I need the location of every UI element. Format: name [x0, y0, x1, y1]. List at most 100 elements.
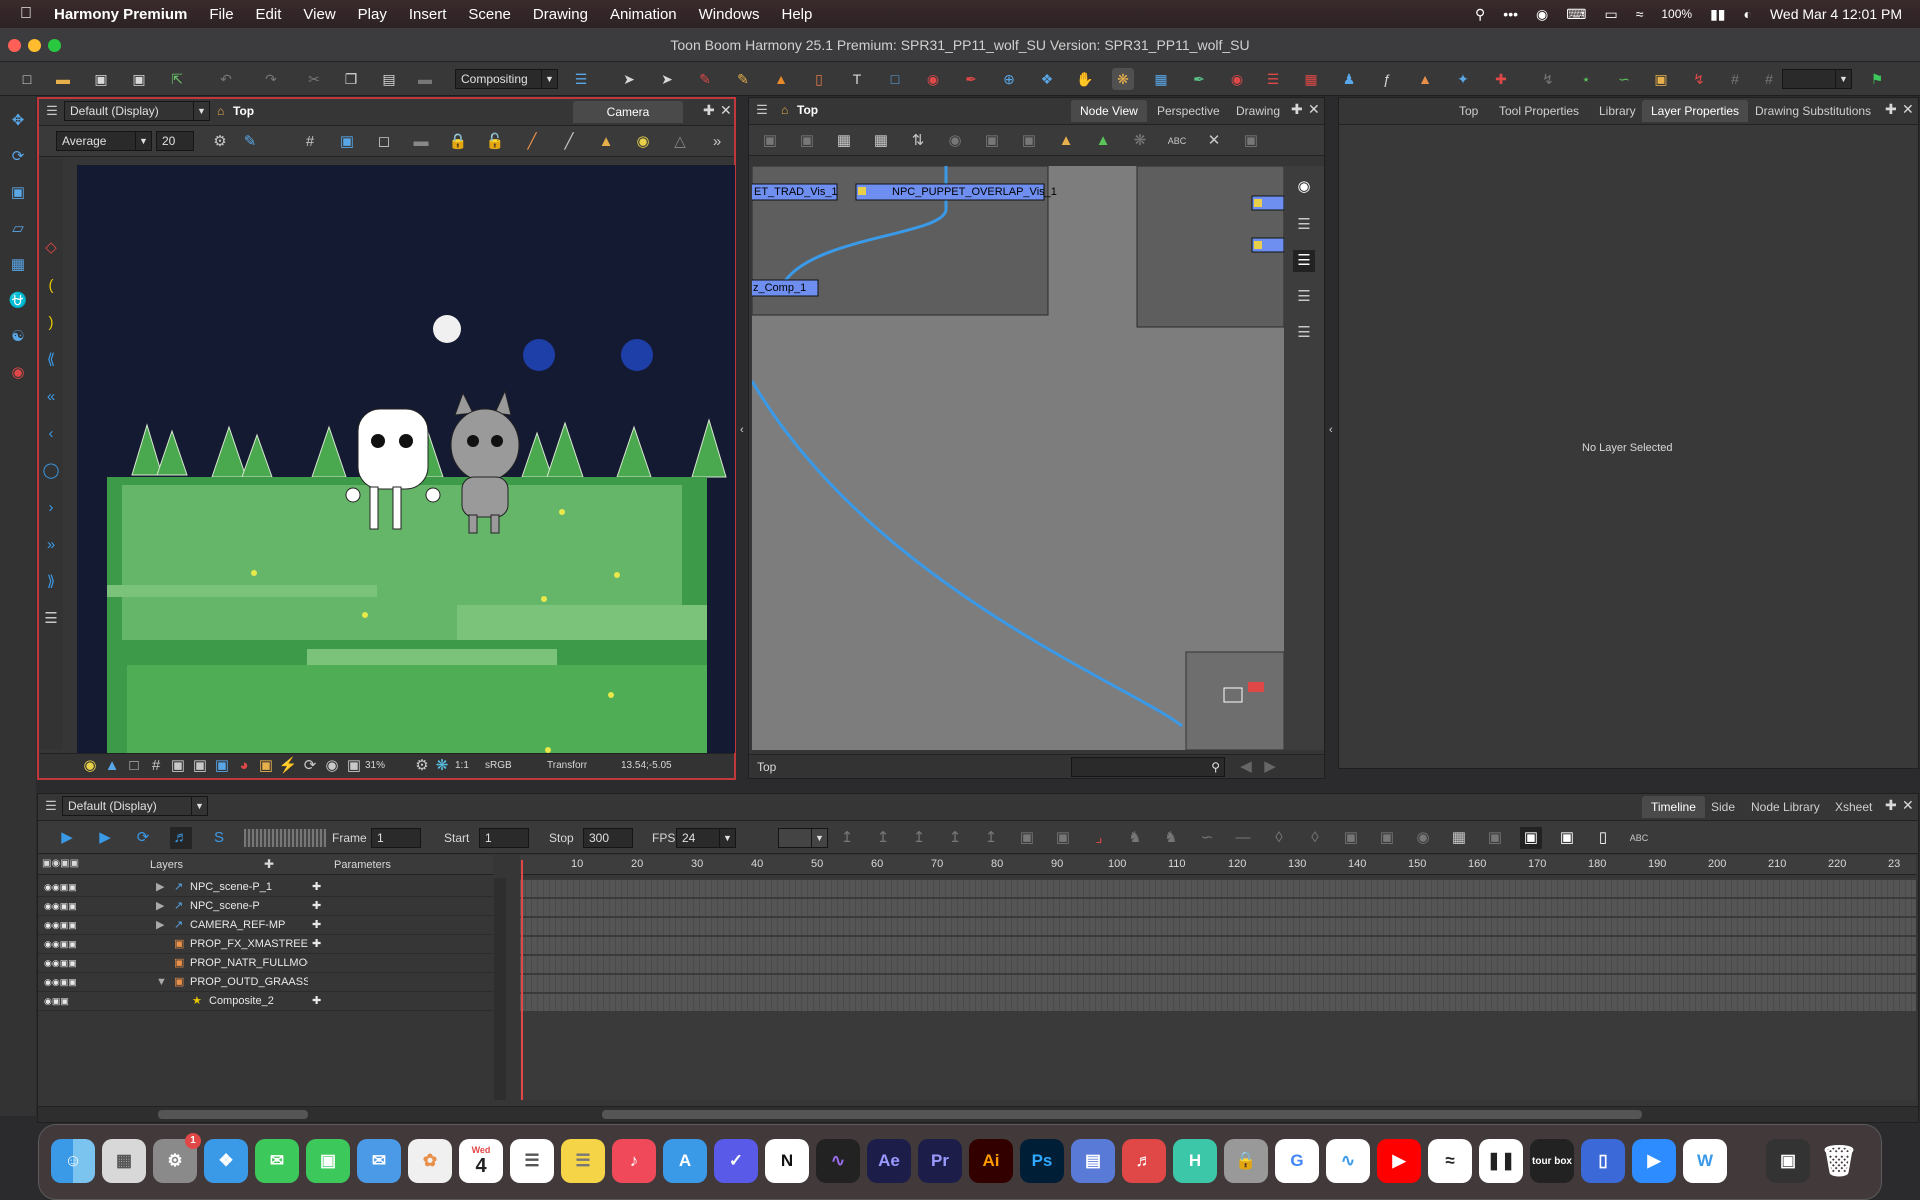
- dock-omnifocus[interactable]: ✓: [714, 1139, 758, 1183]
- hand-tool-icon[interactable]: ✋: [1074, 68, 1096, 90]
- anim-icon-6[interactable]: ◊: [1304, 827, 1326, 849]
- last-frame-icon[interactable]: ⟫: [40, 571, 62, 593]
- scrollbar-thumb[interactable]: [602, 1110, 1642, 1119]
- dock-safari[interactable]: ❖: [204, 1139, 248, 1183]
- constraint-icon[interactable]: ◉: [7, 362, 29, 384]
- layer-stack-3-icon[interactable]: ☰: [1293, 322, 1315, 344]
- layer-stack-active-icon[interactable]: ☰: [1293, 250, 1315, 272]
- frame-3-icon[interactable]: ▣: [211, 755, 233, 777]
- close-window-button[interactable]: [8, 39, 21, 52]
- add-view-icon[interactable]: ✚: [1291, 101, 1303, 118]
- dock-premiere[interactable]: Pr: [918, 1139, 962, 1183]
- brush-tool-icon[interactable]: ✎: [694, 68, 716, 90]
- layer-name[interactable]: Composite_2: [209, 992, 274, 1011]
- dock-photoshop[interactable]: Ps: [1020, 1139, 1064, 1183]
- search-icon[interactable]: ⚲: [1475, 6, 1485, 23]
- workspace-select[interactable]: Compositing ▼: [455, 69, 558, 89]
- dock-activity[interactable]: ∿: [816, 1139, 860, 1183]
- scale-icon[interactable]: ▣: [7, 182, 29, 204]
- display-icon[interactable]: ▭: [1604, 6, 1617, 23]
- stop-field[interactable]: 300: [583, 828, 633, 848]
- filter-amount-field[interactable]: 20: [156, 131, 194, 151]
- tab-top[interactable]: Top: [1450, 100, 1487, 122]
- menu-scene[interactable]: Scene: [457, 6, 522, 23]
- frame-icon[interactable]: □: [123, 755, 145, 777]
- menu-drawing[interactable]: Drawing: [522, 6, 599, 23]
- menu-file[interactable]: File: [198, 6, 244, 23]
- dock-tourbox[interactable]: tour box: [1530, 1139, 1574, 1183]
- layer-name[interactable]: PROP_FX_XMASTREES: [190, 935, 308, 954]
- frame-marker-icon[interactable]: ▣: [1520, 827, 1542, 849]
- layer-cells[interactable]: [520, 937, 1916, 954]
- bone-tool-icon[interactable]: ✚: [1490, 68, 1512, 90]
- display-select[interactable]: Default (Display) ▼: [64, 101, 210, 121]
- dock-hype[interactable]: H: [1173, 1139, 1217, 1183]
- curve-tool-icon[interactable]: ⋆: [1575, 68, 1597, 90]
- ease-icon-5[interactable]: ↥: [980, 827, 1002, 849]
- layer-cells[interactable]: [520, 956, 1916, 973]
- layer-name[interactable]: NPC_scene-P_1: [190, 878, 272, 897]
- next-arrow-icon[interactable]: ▶: [1259, 756, 1281, 778]
- breadcrumb[interactable]: Top: [233, 104, 254, 118]
- tab-timeline[interactable]: Timeline: [1642, 796, 1705, 818]
- add-view-icon[interactable]: ✚: [1885, 101, 1897, 118]
- dock-photo-booth[interactable]: ▣: [1766, 1139, 1810, 1183]
- add-param-icon[interactable]: ✚: [312, 916, 321, 935]
- light-icon[interactable]: ▲: [595, 131, 617, 153]
- node-text-icon[interactable]: ABC: [1166, 130, 1188, 152]
- weighted-deform-icon[interactable]: ↯: [1688, 68, 1710, 90]
- ease-in-icon[interactable]: (: [40, 275, 62, 297]
- expand-icon[interactable]: ▶: [156, 916, 164, 935]
- magic-wand-icon[interactable]: ✦: [1452, 68, 1474, 90]
- close-panel-icon[interactable]: ✕: [1308, 101, 1320, 118]
- expand-icon[interactable]: ▶: [156, 897, 164, 916]
- add-param-icon[interactable]: ✚: [312, 992, 321, 1011]
- delete-icon[interactable]: ▬: [414, 68, 436, 90]
- ease-icon-3[interactable]: ↥: [908, 827, 930, 849]
- layer-list-scrollbar[interactable]: [494, 878, 506, 1100]
- node-tool-6-icon[interactable]: ◉: [944, 130, 966, 152]
- puppet-tool-icon[interactable]: ♟: [1338, 68, 1360, 90]
- reset-icon[interactable]: ⟳: [299, 755, 321, 777]
- next-key-icon[interactable]: »: [40, 534, 62, 556]
- pivot-tool-icon[interactable]: ⊕: [998, 68, 1020, 90]
- home-icon[interactable]: ⌂: [781, 103, 788, 117]
- filter-select[interactable]: Average ▼: [56, 131, 152, 151]
- cut-icon[interactable]: ✂: [303, 68, 325, 90]
- dock-finder[interactable]: ☺: [51, 1139, 95, 1183]
- menu-app-name[interactable]: Harmony Premium: [43, 6, 198, 23]
- anim-icon-8[interactable]: ▣: [1376, 827, 1398, 849]
- menu-insert[interactable]: Insert: [398, 6, 458, 23]
- ease-out-icon[interactable]: ): [40, 312, 62, 334]
- sound-scrub-icon[interactable]: S: [208, 827, 230, 849]
- next-frame-icon[interactable]: ›: [40, 497, 62, 519]
- breadcrumb[interactable]: Top: [797, 103, 818, 117]
- loop-icon[interactable]: ◯: [40, 460, 62, 482]
- frame-marker-3-icon[interactable]: ▯: [1592, 827, 1614, 849]
- navigator-minimap[interactable]: [1185, 651, 1284, 750]
- dock-grapher[interactable]: ∿: [1326, 1139, 1370, 1183]
- anim-icon-11[interactable]: ▣: [1484, 827, 1506, 849]
- layer-cells[interactable]: [520, 899, 1916, 916]
- dock-trash[interactable]: 🗑: [1817, 1139, 1861, 1183]
- anim-icon-2[interactable]: ♞: [1160, 827, 1182, 849]
- layer-cells[interactable]: [520, 880, 1916, 897]
- dock-photos[interactable]: ✿: [408, 1139, 452, 1183]
- zoom-window-button[interactable]: [48, 39, 61, 52]
- dock-reminders[interactable]: ☰: [510, 1139, 554, 1183]
- playhead[interactable]: [521, 860, 523, 1100]
- grid-small-icon[interactable]: #: [145, 755, 167, 777]
- lightbulb-icon[interactable]: ◉: [632, 131, 654, 153]
- play-icon[interactable]: ▶: [56, 827, 78, 849]
- panel-menu-icon[interactable]: ☰: [40, 795, 62, 817]
- anim-icon-9[interactable]: ◉: [1412, 827, 1434, 849]
- frame-grid[interactable]: [520, 878, 1916, 1100]
- save-icon[interactable]: ▣: [90, 68, 112, 90]
- cutter-tool-icon[interactable]: ✒: [1188, 68, 1210, 90]
- layer-row[interactable]: ◉◉▣▣ ▣ PROP_NATR_FULLMOON_: [38, 954, 493, 973]
- select-tool-icon[interactable]: ➤: [618, 68, 640, 90]
- deform-icon[interactable]: ▦: [7, 254, 29, 276]
- dock-chrome[interactable]: G: [1275, 1139, 1319, 1183]
- transform-tool-icon[interactable]: ▦: [1150, 68, 1172, 90]
- dock-app-store[interactable]: A: [663, 1139, 707, 1183]
